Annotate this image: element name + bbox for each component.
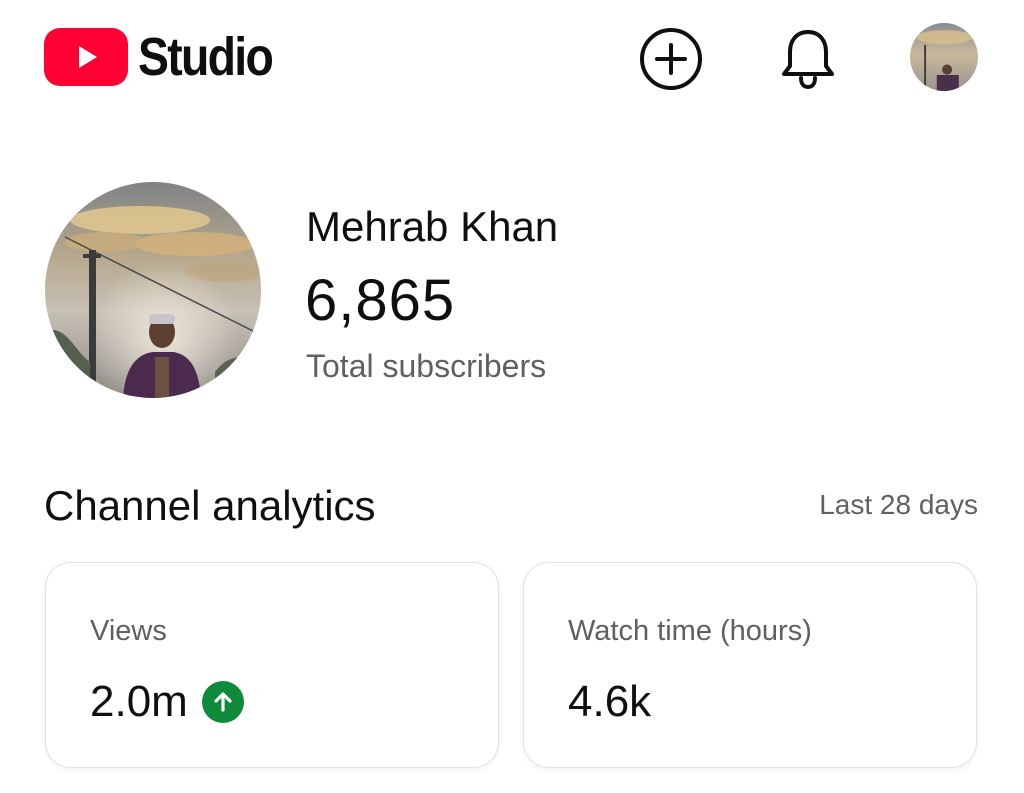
- create-button[interactable]: [638, 26, 704, 92]
- watch-time-label: Watch time (hours): [568, 615, 812, 647]
- analytics-title: Channel analytics: [44, 482, 376, 529]
- bell-icon: [782, 30, 834, 90]
- channel-avatar[interactable]: [45, 182, 261, 398]
- channel-name: Mehrab Khan: [306, 203, 559, 250]
- watch-time-value: 4.6k: [568, 677, 652, 726]
- notifications-button[interactable]: [775, 26, 841, 92]
- studio-logo[interactable]: Studio: [44, 28, 294, 86]
- views-card[interactable]: Views 2.0m: [45, 562, 499, 768]
- period-selector[interactable]: Last 28 days: [819, 487, 978, 523]
- studio-dashboard: Studio Mehrab Khan 6,865 Total subscribe…: [0, 0, 1024, 793]
- views-label: Views: [90, 615, 167, 647]
- trend-up-icon: [201, 681, 244, 723]
- youtube-logo-icon: [44, 28, 128, 86]
- views-value-row: 2.0m: [90, 676, 244, 728]
- watch-time-value-row: 4.6k: [568, 676, 651, 728]
- subscriber-label: Total subscribers: [306, 348, 547, 384]
- create-plus-icon: [640, 28, 702, 90]
- subscriber-count: 6,865: [305, 268, 456, 333]
- watch-time-card[interactable]: Watch time (hours) 4.6k: [523, 562, 977, 768]
- studio-wordmark: Studio: [138, 27, 274, 87]
- views-value: 2.0m: [90, 677, 188, 726]
- account-avatar[interactable]: [910, 23, 978, 91]
